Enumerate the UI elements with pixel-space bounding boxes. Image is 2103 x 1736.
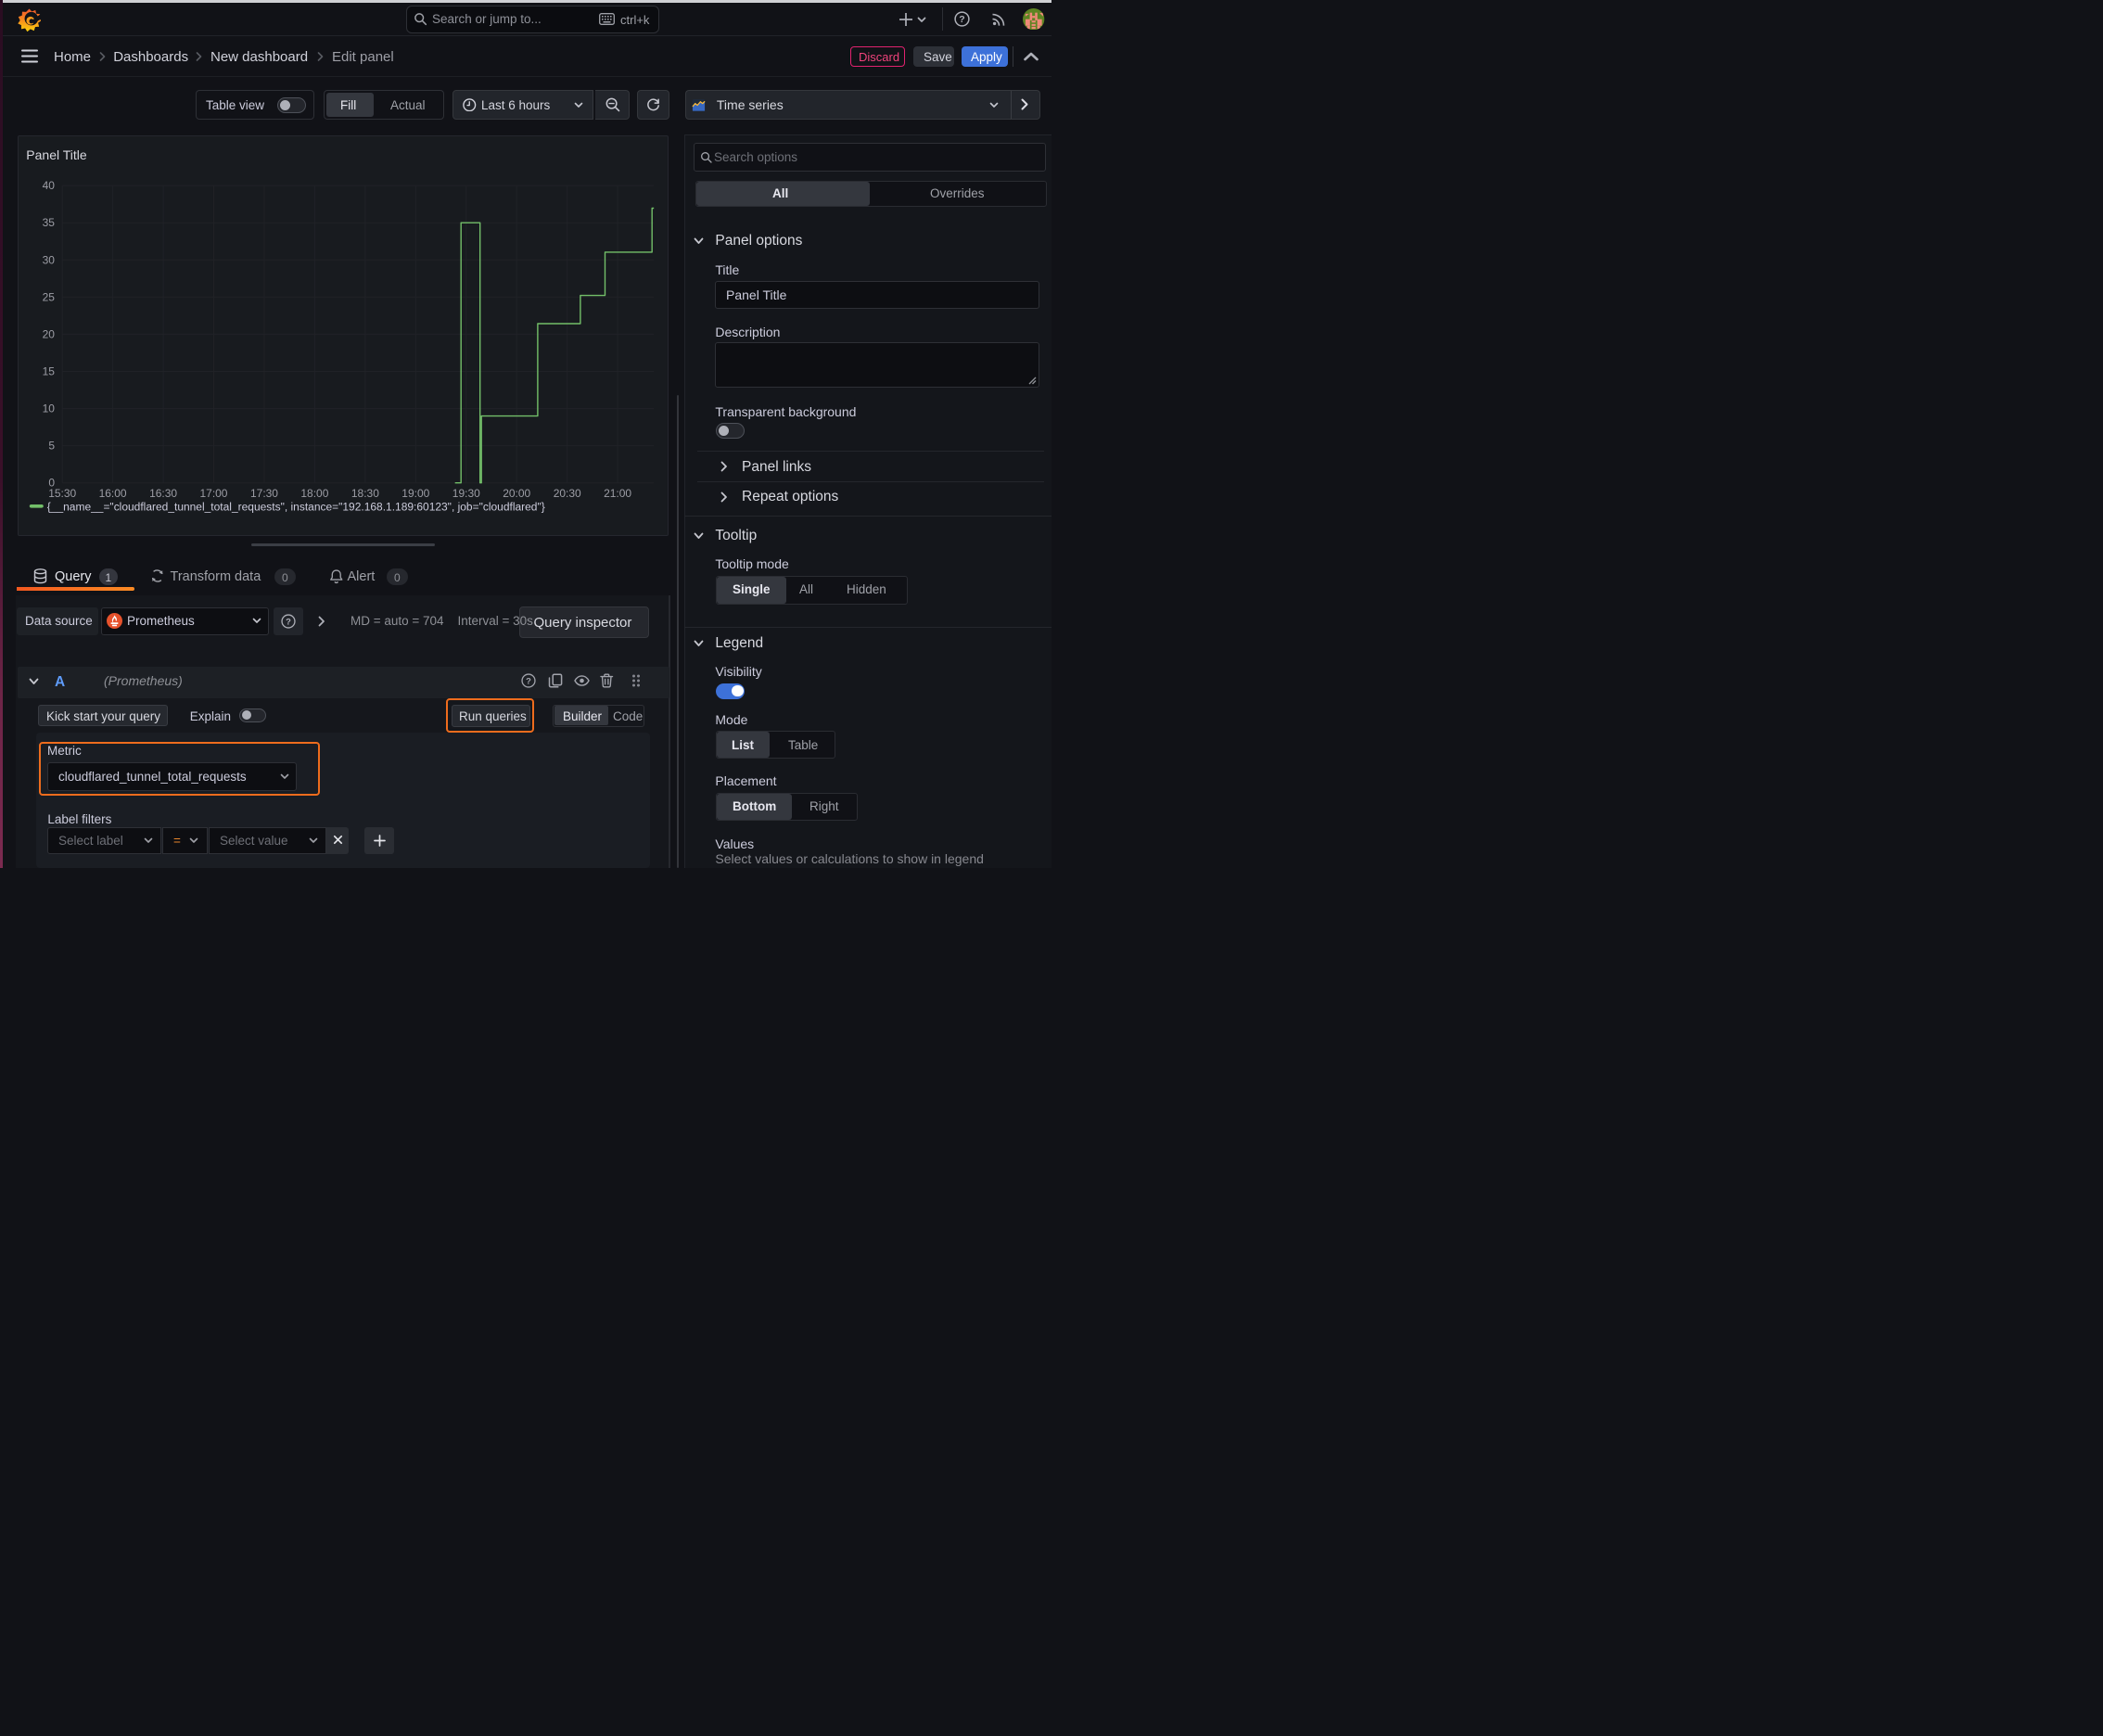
- svg-text:25: 25: [42, 290, 55, 303]
- svg-text:21:00: 21:00: [604, 486, 631, 499]
- svg-text:17:00: 17:00: [199, 486, 227, 499]
- svg-text:18:00: 18:00: [300, 486, 328, 499]
- svg-text:17:30: 17:30: [250, 486, 278, 499]
- svg-text:20:30: 20:30: [553, 486, 580, 499]
- svg-text:5: 5: [48, 439, 55, 452]
- svg-text:20:00: 20:00: [503, 486, 530, 499]
- svg-text:15: 15: [42, 364, 55, 377]
- svg-text:?: ?: [960, 14, 965, 25]
- svg-text:?: ?: [526, 675, 531, 685]
- svg-text:40: 40: [42, 179, 55, 192]
- svg-text:16:00: 16:00: [98, 486, 126, 499]
- svg-text:35: 35: [42, 216, 55, 229]
- svg-text:10: 10: [42, 402, 55, 415]
- svg-text:{__name__="cloudflared_tunnel_: {__name__="cloudflared_tunnel_total_requ…: [47, 500, 545, 513]
- svg-text:19:30: 19:30: [452, 486, 480, 499]
- svg-text:16:30: 16:30: [149, 486, 177, 499]
- svg-text:20: 20: [42, 327, 55, 340]
- svg-text:?: ?: [286, 616, 291, 626]
- svg-text:19:00: 19:00: [401, 486, 429, 499]
- svg-text:30: 30: [42, 253, 55, 266]
- svg-text:15:30: 15:30: [48, 486, 76, 499]
- svg-text:18:30: 18:30: [351, 486, 379, 499]
